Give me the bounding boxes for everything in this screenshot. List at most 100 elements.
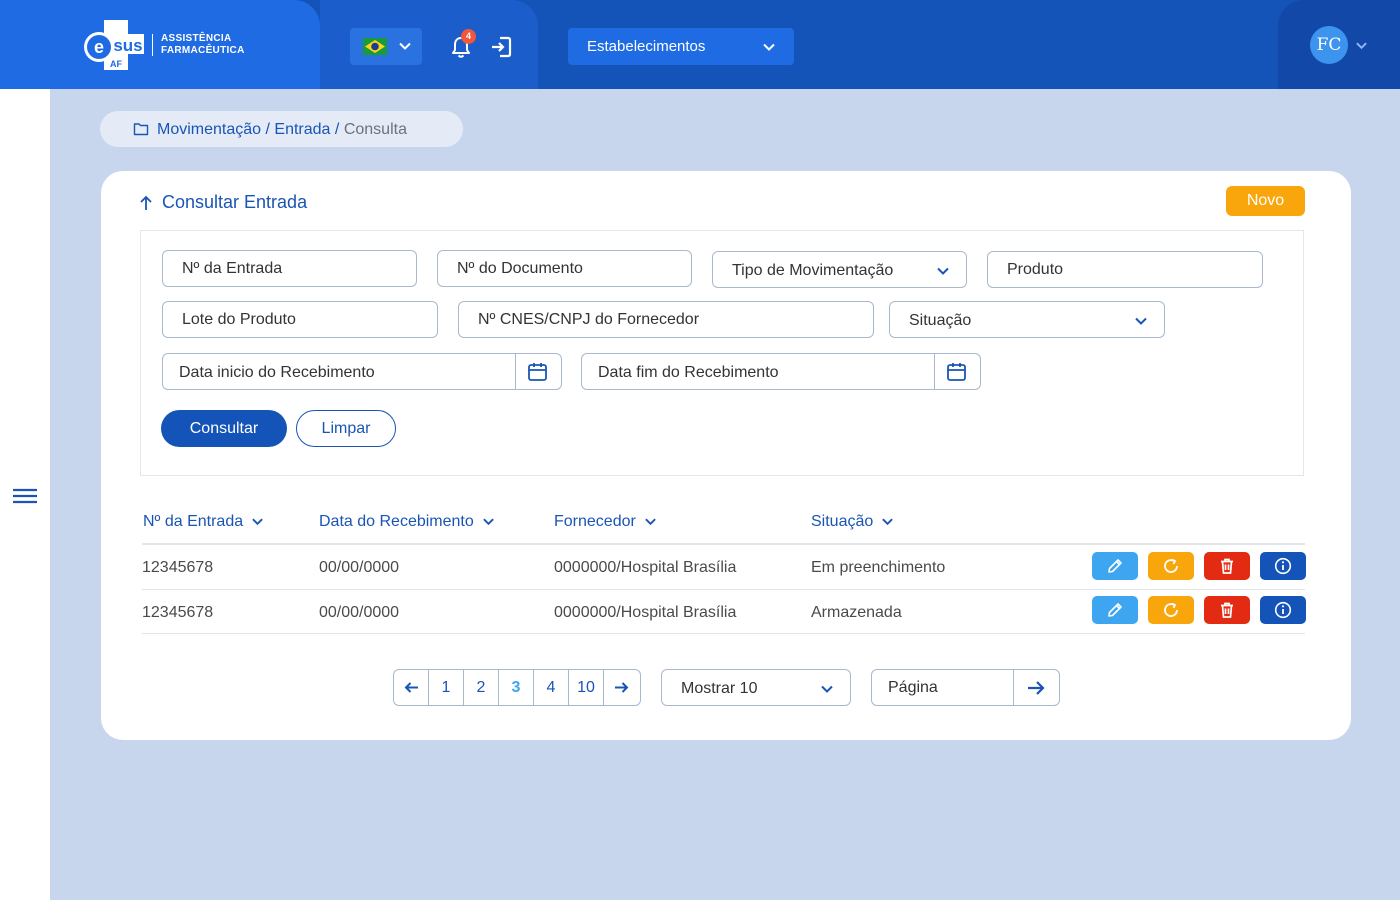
user-avatar[interactable]: FC (1310, 26, 1348, 64)
breadcrumb-item-movimentacao[interactable]: Movimentação (157, 121, 261, 138)
chevron-down-icon (1135, 317, 1147, 325)
breadcrumb-item-entrada[interactable]: Entrada (274, 121, 330, 138)
cell-entry: 12345678 (142, 604, 214, 621)
establishment-dropdown[interactable]: Estabelecimentos (568, 28, 794, 65)
svg-text:e: e (94, 37, 104, 57)
product-input[interactable] (987, 251, 1263, 288)
page-button-1[interactable]: 1 (429, 670, 464, 705)
chevron-down-icon (399, 42, 411, 50)
refresh-icon (1164, 602, 1178, 617)
search-button[interactable]: Consultar (161, 410, 287, 447)
breadcrumb-separator: / (265, 121, 270, 138)
entry-number-input[interactable] (162, 250, 417, 287)
go-to-page (871, 669, 1060, 706)
chevron-down-icon (645, 518, 656, 526)
new-entry-button[interactable]: Novo (1226, 186, 1305, 216)
arrow-right-icon[interactable] (1026, 678, 1046, 698)
breadcrumb-item-consulta: Consulta (343, 121, 407, 138)
column-header-date-label: Data do Recebimento (319, 513, 474, 530)
column-header-entry[interactable]: Nº da Entrada (143, 513, 264, 531)
status-select[interactable]: Situação (889, 301, 1165, 338)
date-end-label: Data fim do Recebimento (598, 364, 779, 381)
clear-button[interactable]: Limpar (296, 410, 396, 447)
chevron-down-icon (937, 267, 949, 275)
arrow-right-icon (615, 682, 629, 693)
chevron-down-icon[interactable] (1355, 39, 1368, 52)
info-icon (1274, 601, 1292, 619)
supplier-id-input[interactable] (458, 301, 874, 338)
info-button[interactable] (1260, 552, 1306, 580)
date-start-field[interactable]: Data inicio do Recebimento (162, 353, 562, 390)
row-divider (142, 589, 1305, 590)
column-header-status-label: Situação (811, 513, 874, 530)
info-icon (1274, 557, 1292, 575)
refresh-icon (1164, 558, 1178, 573)
date-end-field[interactable]: Data fim do Recebimento (581, 353, 981, 390)
pencil-icon (1108, 603, 1122, 617)
hamburger-icon[interactable] (13, 487, 37, 505)
page-button-4[interactable]: 4 (534, 670, 569, 705)
date-start-label: Data inicio do Recebimento (179, 364, 375, 381)
folder-icon (133, 123, 149, 136)
logout-icon[interactable] (490, 35, 512, 59)
logo-caption: ASSISTÊNCIA FARMACÊUTICA (161, 33, 245, 57)
cell-supplier: 0000000/Hospital Brasília (554, 604, 737, 621)
column-header-entry-label: Nº da Entrada (143, 513, 244, 530)
page-size-select[interactable]: Mostrar 10 (661, 669, 851, 706)
column-header-date[interactable]: Data do Recebimento (319, 513, 495, 531)
delete-button[interactable] (1204, 596, 1250, 624)
svg-text:AF: AF (110, 59, 122, 69)
row-divider (142, 633, 1305, 634)
product-batch-input[interactable] (162, 301, 438, 338)
refresh-button[interactable] (1148, 596, 1194, 624)
consult-entry-card: Consultar Entrada Novo Tipo de Movimenta… (101, 171, 1351, 740)
pencil-icon (1108, 559, 1122, 573)
svg-text:sus: sus (113, 36, 142, 55)
chevron-down-icon (763, 43, 775, 51)
column-header-supplier-label: Fornecedor (554, 513, 636, 530)
top-header: e sus AF ASSISTÊNCIA FARMACÊUTICA 4 Esta… (0, 0, 1400, 89)
chevron-down-icon (252, 518, 263, 526)
page-button-10[interactable]: 10 (569, 670, 604, 705)
pagination: 1 2 3 4 10 (393, 669, 641, 706)
arrow-left-icon (404, 682, 418, 693)
date-start-divider (515, 354, 516, 389)
card-title: Consultar Entrada (162, 192, 308, 212)
document-number-input[interactable] (437, 250, 692, 287)
date-end-divider (934, 354, 935, 389)
status-label: Situação (909, 312, 972, 329)
page-size-label: Mostrar 10 (681, 680, 758, 697)
column-header-status[interactable]: Situação (811, 513, 894, 531)
brazil-flag-icon (363, 38, 387, 55)
cell-date: 00/00/0000 (319, 604, 400, 621)
edit-button[interactable] (1092, 552, 1138, 580)
delete-button[interactable] (1204, 552, 1250, 580)
next-page-button[interactable] (604, 670, 639, 705)
table-header-divider (142, 543, 1305, 545)
column-header-supplier[interactable]: Fornecedor (554, 513, 657, 531)
refresh-button[interactable] (1148, 552, 1194, 580)
calendar-icon[interactable] (946, 361, 967, 382)
cell-supplier: 0000000/Hospital Brasília (554, 559, 737, 576)
calendar-icon[interactable] (527, 361, 548, 382)
chevron-down-icon (821, 685, 833, 693)
page-button-2[interactable]: 2 (464, 670, 499, 705)
cell-status: Em preenchimento (811, 559, 946, 576)
cell-date: 00/00/0000 (319, 559, 400, 576)
logo-caption-line1: ASSISTÊNCIA (161, 33, 232, 44)
chevron-down-icon (882, 518, 894, 526)
logo-divider (152, 34, 153, 56)
breadcrumb: Movimentação / Entrada / Consulta (100, 111, 463, 147)
edit-button[interactable] (1092, 596, 1138, 624)
language-selector[interactable] (350, 28, 422, 65)
page-button-3[interactable]: 3 (499, 670, 534, 705)
previous-page-button[interactable] (394, 670, 429, 705)
cell-entry: 12345678 (142, 559, 214, 576)
notification-badge: 4 (461, 29, 476, 44)
movement-type-select[interactable]: Tipo de Movimentação (712, 251, 967, 288)
sidebar (0, 89, 50, 900)
logo-caption-line2: FARMACÊUTICA (161, 45, 245, 56)
page-number-input[interactable] (872, 670, 1014, 705)
info-button[interactable] (1260, 596, 1306, 624)
chevron-down-icon (482, 518, 494, 526)
